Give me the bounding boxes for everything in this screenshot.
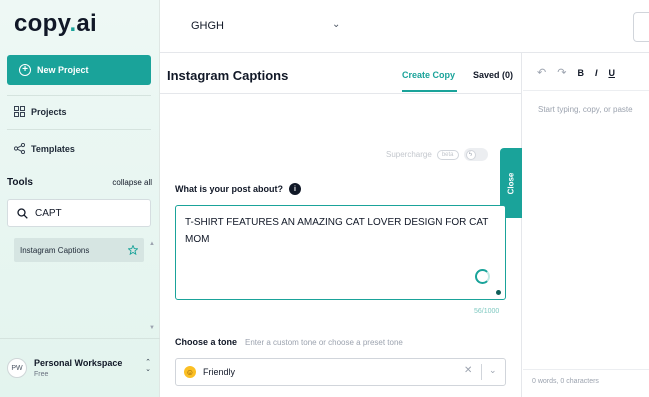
divider <box>160 93 522 94</box>
character-count: 56/1000 <box>474 308 500 315</box>
plus-circle-icon: + <box>19 64 31 76</box>
tone-hint: Enter a custom tone or choose a preset t… <box>245 338 403 347</box>
status-dot <box>496 290 501 295</box>
workspace-info: Personal Workspace Free <box>34 358 122 378</box>
supercharge-toggle[interactable]: ϟ <box>463 148 488 161</box>
tone-label: Choose a tone <box>175 337 238 347</box>
tools-header: Tools collapse all <box>7 177 152 188</box>
scroll-down-arrow[interactable]: ▼ <box>149 325 155 331</box>
post-about-textarea[interactable] <box>175 205 506 300</box>
scroll-up-arrow[interactable]: ▲ <box>149 241 155 247</box>
sidebar-item-label: Templates <box>31 143 75 154</box>
supercharge-label: Supercharge <box>386 150 432 159</box>
page-title: Instagram Captions <box>167 68 289 83</box>
new-project-label: New Project <box>37 65 89 75</box>
star-icon[interactable] <box>128 245 138 255</box>
word-count: 0 words, 0 characters <box>532 378 599 385</box>
tone-select[interactable]: ☺ Friendly ✕ ⌄ <box>175 358 506 386</box>
tool-item-instagram-captions[interactable]: Instagram Captions <box>14 238 144 262</box>
italic-icon[interactable]: I <box>595 68 598 78</box>
lightning-icon: ϟ <box>465 149 476 160</box>
redo-icon[interactable]: ↷ <box>557 66 566 79</box>
active-tab-indicator <box>402 90 457 92</box>
collapse-all-link[interactable]: collapse all <box>112 178 152 187</box>
divider <box>523 90 649 91</box>
tools-label: Tools <box>7 177 33 188</box>
logo-suffix: ai <box>76 10 98 37</box>
top-right-button[interactable] <box>633 12 649 42</box>
chevron-updown-icon: ⌃ ⌄ <box>145 359 151 373</box>
tool-search-input[interactable] <box>35 207 135 219</box>
workspace-name: Personal Workspace <box>34 358 123 368</box>
info-icon[interactable]: i <box>289 183 301 195</box>
post-about-text: What is your post about? <box>175 184 283 194</box>
smiley-icon: ☺ <box>184 366 196 378</box>
tool-item-label: Instagram Captions <box>20 245 90 255</box>
grid-icon <box>14 106 25 117</box>
new-project-button[interactable]: + New Project <box>7 55 151 85</box>
workspace-switcher[interactable]: PW Personal Workspace Free ⌃ ⌄ <box>0 338 160 397</box>
project-selector-label[interactable]: GHGH <box>191 20 224 32</box>
search-icon <box>17 207 28 219</box>
sidebar: copy.ai + New Project Projects Templates… <box>0 0 160 397</box>
supercharge-toggle-group: Supercharge beta ϟ <box>386 148 488 161</box>
divider <box>7 95 151 96</box>
post-about-label: What is your post about? i <box>175 183 301 195</box>
editor-placeholder[interactable]: Start typing, copy, or paste <box>538 105 633 114</box>
undo-icon[interactable]: ↶ <box>537 66 546 79</box>
tool-search-box[interactable] <box>7 199 151 227</box>
main-panel: Instagram Captions Create Copy Saved (0)… <box>160 53 522 397</box>
chevron-down-icon[interactable]: ⌄ <box>489 365 497 376</box>
tone-selected-value: Friendly <box>203 367 236 377</box>
tone-separator <box>481 364 482 380</box>
copyai-logo[interactable]: copy.ai <box>14 10 97 38</box>
top-bar: GHGH ⌄ <box>160 0 649 53</box>
divider <box>523 369 649 370</box>
editor-panel: ↶ ↷ B I U Start typing, copy, or paste 0… <box>523 53 649 397</box>
close-label: Close <box>506 172 516 194</box>
clear-icon[interactable]: ✕ <box>464 365 472 376</box>
logo-text: copy <box>14 10 70 37</box>
loading-spinner-icon <box>475 269 490 284</box>
workspace-plan: Free <box>34 371 49 378</box>
beta-badge: beta <box>436 149 459 160</box>
sidebar-item-templates[interactable]: Templates <box>14 143 75 154</box>
sidebar-item-label: Projects <box>31 106 67 117</box>
avatar: PW <box>7 358 27 378</box>
tab-saved[interactable]: Saved (0) <box>473 70 513 80</box>
editor-toolbar: ↶ ↷ B I U <box>537 66 615 79</box>
share-nodes-icon <box>14 143 25 154</box>
underline-icon[interactable]: U <box>608 68 615 78</box>
divider <box>7 129 151 130</box>
bold-icon[interactable]: B <box>577 68 584 78</box>
chevron-down-icon[interactable]: ⌄ <box>332 19 340 30</box>
tab-create-copy[interactable]: Create Copy <box>402 70 455 80</box>
sidebar-item-projects[interactable]: Projects <box>14 106 67 117</box>
